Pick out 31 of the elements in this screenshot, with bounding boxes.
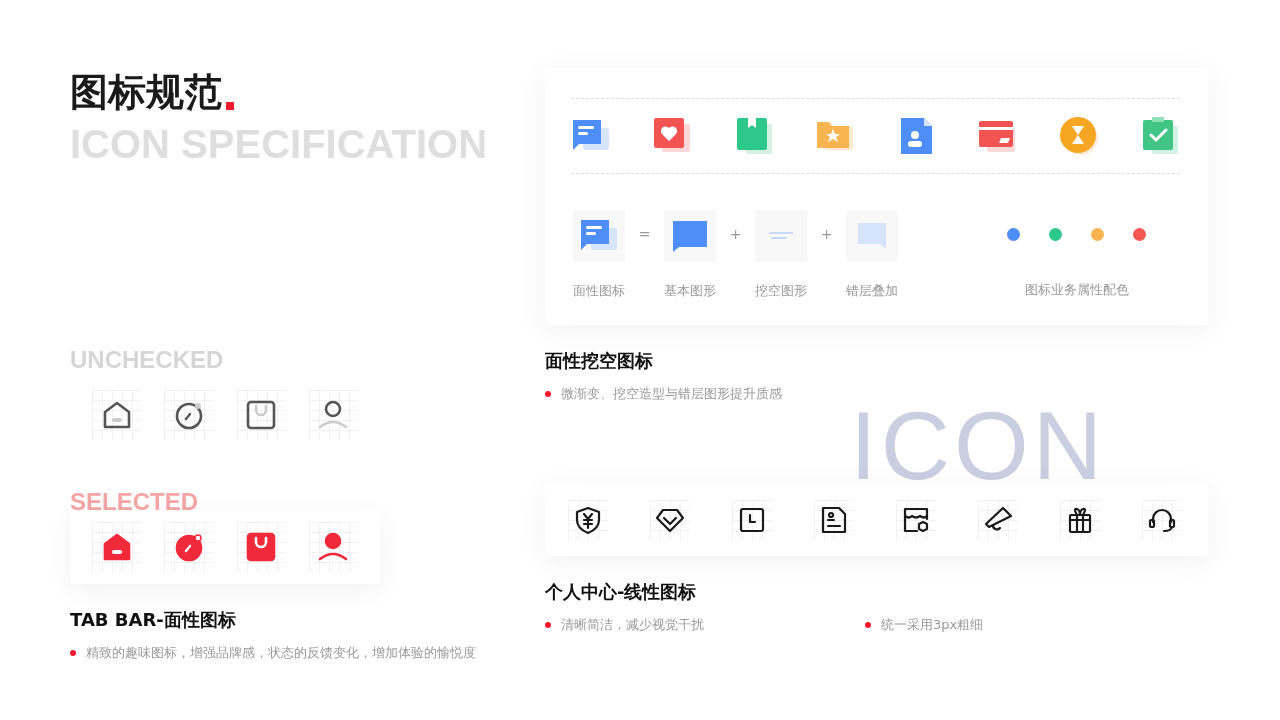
bag-icon bbox=[245, 531, 278, 563]
operator-sign: = bbox=[637, 226, 652, 242]
speech-bubble-icon bbox=[857, 222, 887, 250]
section-heading: 个人中心-线性图标 bbox=[545, 580, 698, 604]
user-icon bbox=[317, 399, 350, 431]
hourglass-icon bbox=[1058, 116, 1099, 156]
operator-sign: + bbox=[819, 226, 834, 242]
note-text: 微渐变、挖空造型与错层图形提升质感 bbox=[561, 385, 782, 403]
icon-caption: 错层叠加 bbox=[846, 282, 898, 300]
speech-bubble-icon bbox=[671, 219, 709, 253]
bullet-dot bbox=[865, 622, 871, 628]
icon-caption: 挖空图形 bbox=[755, 282, 807, 300]
title-accent bbox=[226, 102, 234, 110]
section-heading: 面性挖空图标 bbox=[545, 349, 654, 373]
bag-icon bbox=[245, 399, 278, 431]
bullet-dot bbox=[545, 391, 551, 397]
section-heading: TAB BAR-面性图标 bbox=[70, 608, 237, 632]
text-lines-icon bbox=[769, 232, 793, 240]
state-label: SELECTED bbox=[70, 488, 199, 516]
shield-yen-icon[interactable] bbox=[573, 504, 603, 535]
note-text: 精致的趣味图标，增强品牌感，状态的反馈变化，增加体验的愉悦度 bbox=[86, 644, 476, 662]
palette-caption: 图标业务属性配色 bbox=[1024, 281, 1129, 299]
document-icon[interactable] bbox=[819, 504, 849, 535]
operator-sign: + bbox=[728, 226, 743, 242]
note-text: 清晰简洁，减少视觉干扰 bbox=[561, 616, 704, 634]
icon-caption: 面性图标 bbox=[573, 282, 625, 300]
page-title: 图标规范 bbox=[70, 69, 222, 116]
bullet-dot bbox=[545, 622, 551, 628]
bullet-dot bbox=[70, 650, 76, 656]
user-icon bbox=[317, 531, 350, 563]
icon-caption: 基本图形 bbox=[664, 282, 716, 300]
